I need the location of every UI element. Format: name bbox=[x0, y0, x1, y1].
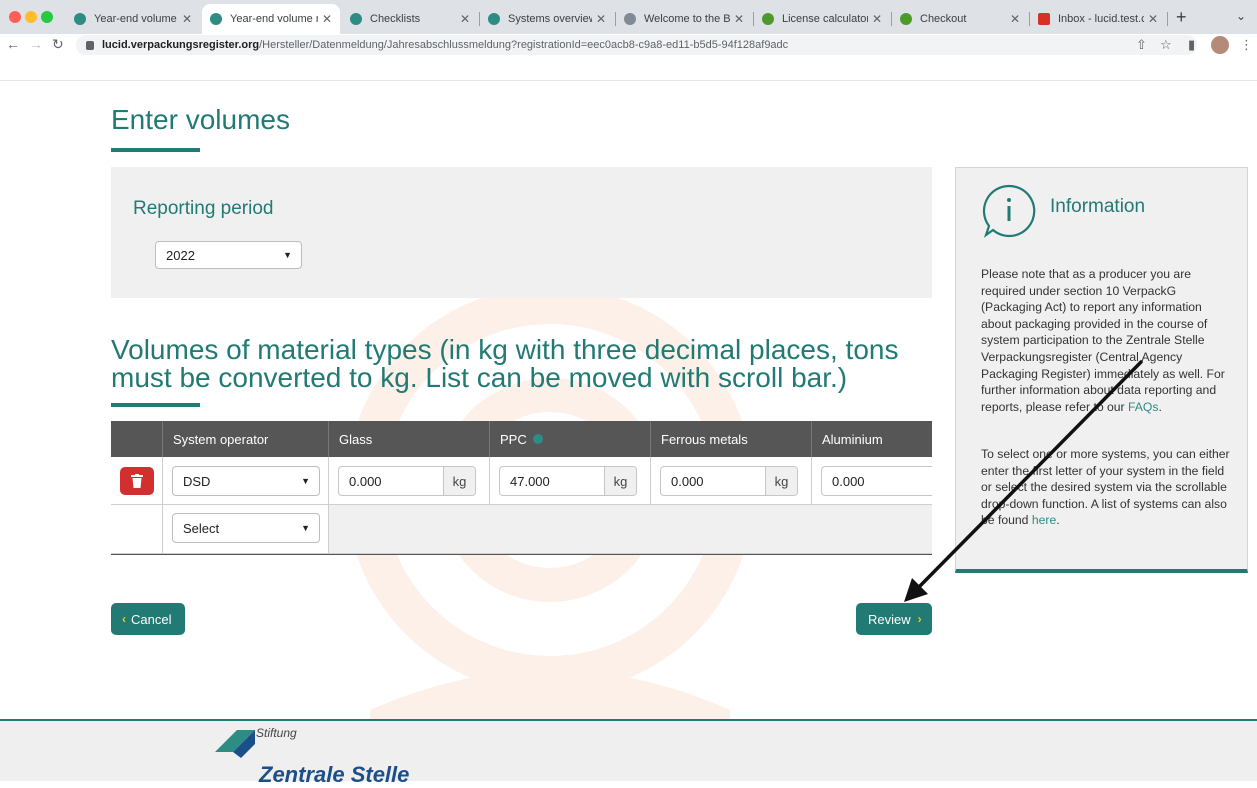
site-footer bbox=[0, 719, 1257, 781]
footer-logo-small: Stiftung bbox=[256, 726, 297, 740]
annotation-arrow-icon bbox=[904, 360, 1143, 602]
zsvr-logo-icon bbox=[215, 730, 255, 758]
footer-logo-big: Zentrale Stelle bbox=[259, 762, 410, 787]
